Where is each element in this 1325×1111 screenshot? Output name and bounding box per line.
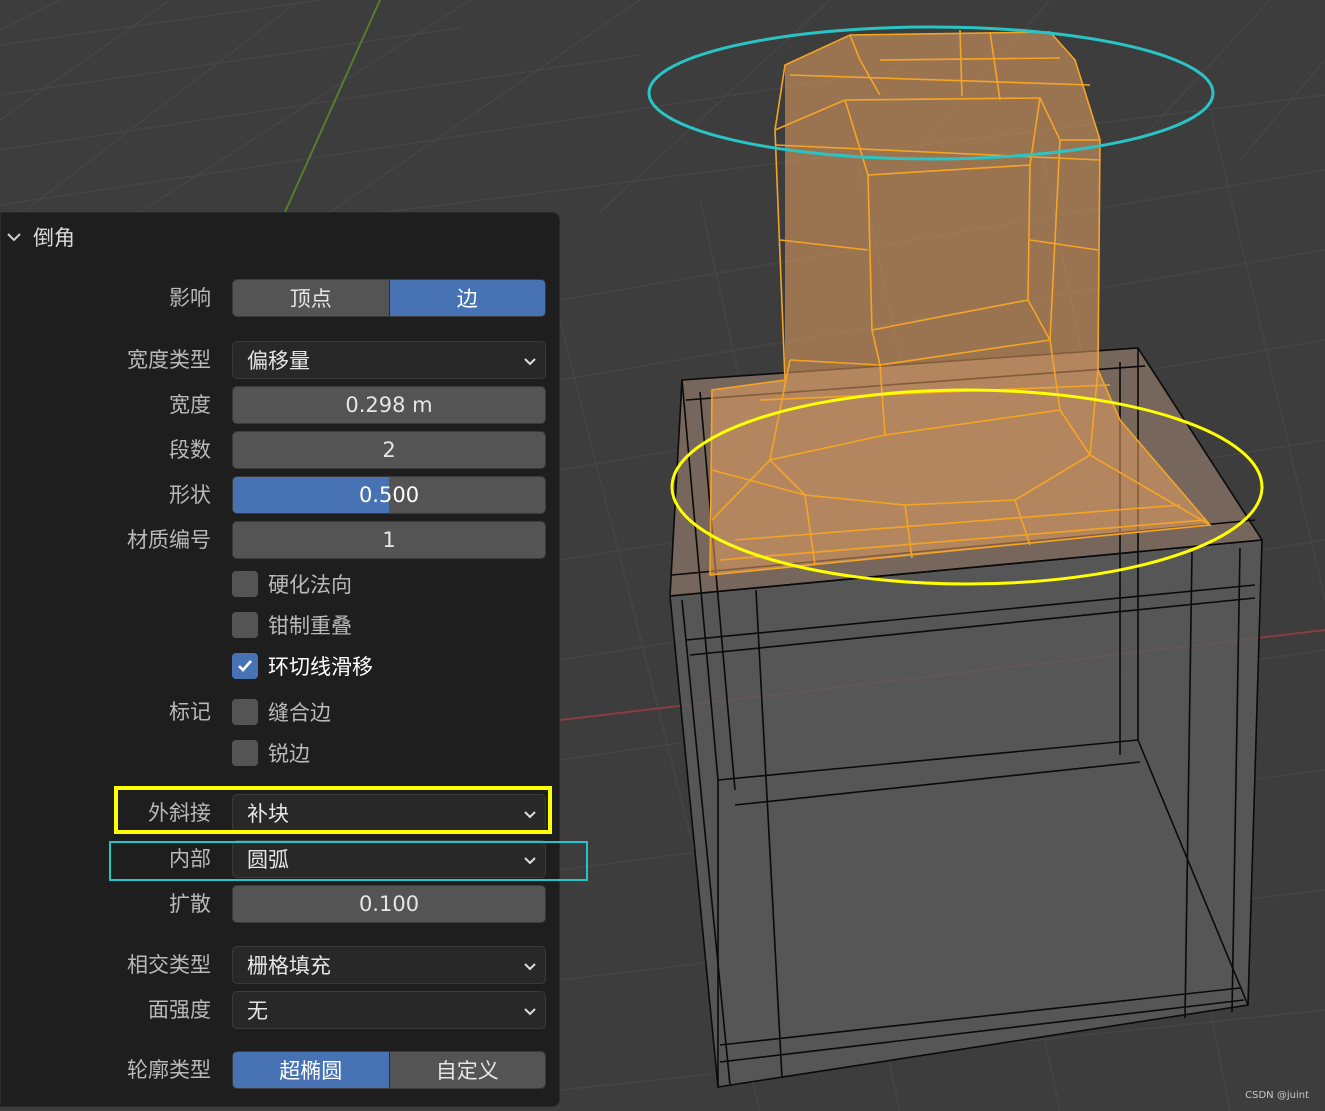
bevel-operator-panel: 倒角 影响 顶点 边 宽度类型 偏移量 宽度 0.298 m 段数 2 形状 0… (0, 212, 560, 1107)
panel-header[interactable]: 倒角 (7, 225, 75, 250)
affect-toggle: 顶点 边 (232, 279, 546, 317)
width-type-value: 偏移量 (247, 349, 310, 373)
checkbox-label: 硬化法向 (268, 573, 352, 597)
face-strength-dropdown[interactable]: 无 (232, 991, 546, 1029)
loop-slide-checkbox[interactable]: 环切线滑移 (232, 652, 373, 680)
bevelled-mesh (709, 29, 1212, 576)
profile-superellipse-button[interactable]: 超椭圆 (233, 1052, 389, 1088)
panel-title: 倒角 (33, 226, 75, 250)
width-field[interactable]: 0.298 m (232, 386, 546, 424)
intersection-type-value: 栅格填充 (247, 954, 331, 978)
shape-slider[interactable]: 0.500 (232, 476, 546, 514)
checkbox-label: 钳制重叠 (268, 614, 352, 638)
outer-miter-highlight-box (114, 786, 552, 834)
profile-type-toggle: 超椭圆 自定义 (232, 1051, 546, 1089)
checkbox-box (232, 571, 258, 597)
watermark: CSDN @juint (1245, 1090, 1309, 1101)
intersection-type-dropdown[interactable]: 栅格填充 (232, 946, 546, 984)
profile-type-label: 轮廓类型 (127, 1058, 211, 1082)
checkbox-box (232, 612, 258, 638)
shape-label: 形状 (169, 483, 211, 507)
checkbox-box (232, 653, 258, 679)
shape-value: 0.500 (358, 483, 420, 507)
width-type-dropdown[interactable]: 偏移量 (232, 341, 546, 379)
harden-normals-checkbox[interactable]: 硬化法向 (232, 570, 352, 598)
spread-label: 扩散 (169, 892, 211, 916)
material-index-label: 材质编号 (127, 528, 211, 552)
mark-sharp-checkbox[interactable]: 锐边 (232, 739, 310, 767)
mark-label: 标记 (169, 700, 211, 724)
segments-field[interactable]: 2 (232, 431, 546, 469)
inner-miter-highlight-box (109, 841, 588, 881)
chevron-down-icon (524, 358, 536, 366)
width-type-label: 宽度类型 (127, 348, 211, 372)
face-strength-value: 无 (247, 999, 268, 1023)
checkbox-box (232, 699, 258, 725)
chevron-down-icon (524, 963, 536, 971)
profile-custom-button[interactable]: 自定义 (388, 1052, 545, 1088)
clamp-overlap-checkbox[interactable]: 钳制重叠 (232, 611, 352, 639)
mark-seams-checkbox[interactable]: 缝合边 (232, 698, 331, 726)
width-label: 宽度 (169, 393, 211, 417)
checkbox-label: 环切线滑移 (268, 655, 373, 679)
segments-label: 段数 (169, 438, 211, 462)
chevron-down-icon (7, 233, 21, 242)
checkbox-box (232, 740, 258, 766)
material-index-field[interactable]: 1 (232, 521, 546, 559)
checkbox-label: 缝合边 (268, 701, 331, 725)
intersection-type-label: 相交类型 (127, 953, 211, 977)
spread-field[interactable]: 0.100 (232, 885, 546, 923)
checkmark-icon (238, 660, 252, 672)
affect-label: 影响 (169, 286, 211, 310)
checkbox-label: 锐边 (268, 742, 310, 766)
chevron-down-icon (524, 1008, 536, 1016)
affect-edges-button[interactable]: 边 (388, 280, 545, 316)
face-strength-label: 面强度 (148, 998, 211, 1022)
affect-vertices-button[interactable]: 顶点 (233, 280, 389, 316)
